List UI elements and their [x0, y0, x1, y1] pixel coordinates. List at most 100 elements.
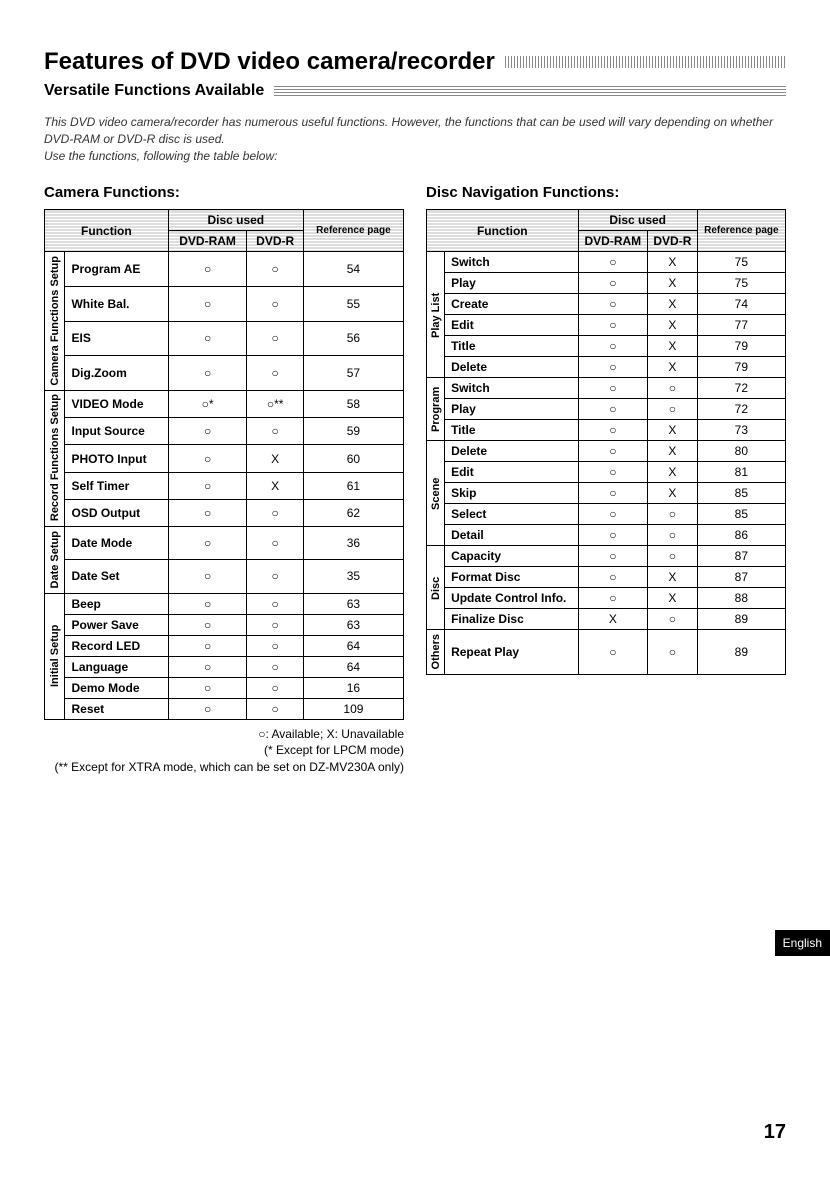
dvdr-cell: ○ [648, 630, 698, 674]
dvdr-cell: ○ [247, 499, 303, 526]
function-name: Program AE [65, 252, 168, 287]
right-column: Disc Navigation Functions: FunctionDisc … [426, 184, 786, 776]
dvdram-cell: ○ [168, 635, 247, 656]
page-cell: 57 [303, 356, 403, 391]
table-row: Play ListSwitch○X75 [427, 252, 786, 273]
function-name: Date Mode [65, 527, 168, 560]
group-label: Play List [427, 252, 445, 378]
table-row: Power Save○○63 [45, 614, 404, 635]
function-name: Self Timer [65, 472, 168, 499]
function-name: Record LED [65, 635, 168, 656]
page-cell: 79 [697, 357, 785, 378]
table-row: SceneDelete○X80 [427, 441, 786, 462]
page-cell: 75 [697, 273, 785, 294]
camera-table: FunctionDisc usedReference pageDVD-RAMDV… [44, 209, 404, 719]
page-cell: 72 [697, 399, 785, 420]
function-name: White Bal. [65, 287, 168, 322]
page-cell: 109 [303, 698, 403, 719]
dvdr-cell: ○ [247, 698, 303, 719]
table-row: Date SetupDate Mode○○36 [45, 527, 404, 560]
function-name: EIS [65, 321, 168, 356]
function-name: Detail [445, 525, 579, 546]
page-cell: 63 [303, 593, 403, 614]
dvdr-cell: X [648, 462, 698, 483]
camera-legend: ○: Available; X: Unavailable(* Except fo… [44, 726, 404, 776]
dvdram-cell: ○ [168, 560, 247, 593]
camera-heading: Camera Functions: [44, 184, 404, 201]
dvdr-cell: X [648, 273, 698, 294]
page-cell: 54 [303, 252, 403, 287]
dvdram-cell: X [578, 609, 647, 630]
page-cell: 87 [697, 546, 785, 567]
table-row: Record LED○○64 [45, 635, 404, 656]
group-label: Initial Setup [45, 593, 65, 719]
page-cell: 87 [697, 567, 785, 588]
function-name: Delete [445, 357, 579, 378]
dvdram-cell: ○ [168, 252, 247, 287]
header-function: Function [45, 210, 169, 252]
function-name: Capacity [445, 546, 579, 567]
table-row: Camera Functions SetupProgram AE○○54 [45, 252, 404, 287]
page-cell: 62 [303, 499, 403, 526]
page-title: Features of DVD video camera/recorder [44, 48, 495, 76]
main-columns: Camera Functions: FunctionDisc usedRefer… [44, 184, 786, 776]
nav-heading: Disc Navigation Functions: [426, 184, 786, 201]
page-cell: 79 [697, 336, 785, 357]
function-name: Play [445, 399, 579, 420]
table-row: Date Set○○35 [45, 560, 404, 593]
dvdram-cell: ○ [578, 504, 647, 525]
page-cell: 56 [303, 321, 403, 356]
table-row: Finalize DiscX○89 [427, 609, 786, 630]
group-label: Camera Functions Setup [45, 252, 65, 391]
page-cell: 86 [697, 525, 785, 546]
function-name: OSD Output [65, 499, 168, 526]
header-dvdr: DVD-R [247, 231, 303, 252]
dvdr-cell: ○ [247, 252, 303, 287]
dvdram-cell: ○ [578, 588, 647, 609]
function-name: Finalize Disc [445, 609, 579, 630]
header-ref-page: Reference page [697, 210, 785, 252]
table-row: Record Functions SetupVIDEO Mode○*○**58 [45, 390, 404, 417]
function-name: VIDEO Mode [65, 390, 168, 417]
function-name: Demo Mode [65, 677, 168, 698]
dvdr-cell: X [648, 567, 698, 588]
table-row: DiscCapacity○○87 [427, 546, 786, 567]
function-name: Skip [445, 483, 579, 504]
function-name: Power Save [65, 614, 168, 635]
dvdr-cell: ○ [247, 418, 303, 445]
dvdram-cell: ○ [578, 441, 647, 462]
table-row: PHOTO Input○X60 [45, 445, 404, 472]
dvdram-cell: ○ [168, 698, 247, 719]
page-cell: 16 [303, 677, 403, 698]
title-rule [505, 56, 786, 68]
dvdr-cell: ○ [247, 287, 303, 322]
dvdr-cell: ○ [648, 525, 698, 546]
dvdram-cell: ○ [168, 472, 247, 499]
page-cell: 80 [697, 441, 785, 462]
dvdram-cell: ○ [168, 287, 247, 322]
function-name: Delete [445, 441, 579, 462]
table-row: Select○○85 [427, 504, 786, 525]
dvdram-cell: ○ [578, 273, 647, 294]
dvdr-cell: ○ [648, 399, 698, 420]
intro-text: This DVD video camera/recorder has numer… [44, 114, 786, 164]
dvdr-cell: ○ [247, 635, 303, 656]
page-cell: 64 [303, 635, 403, 656]
language-tab: English [775, 930, 830, 956]
dvdr-cell: ○ [648, 378, 698, 399]
table-row: EIS○○56 [45, 321, 404, 356]
dvdram-cell: ○ [578, 525, 647, 546]
table-row: Detail○○86 [427, 525, 786, 546]
dvdr-cell: X [648, 252, 698, 273]
page-cell: 74 [697, 294, 785, 315]
table-row: Create○X74 [427, 294, 786, 315]
dvdr-cell: X [648, 441, 698, 462]
dvdram-cell: ○ [578, 315, 647, 336]
dvdr-cell: ○ [247, 527, 303, 560]
header-dvdram: DVD-RAM [168, 231, 247, 252]
dvdram-cell: ○ [168, 499, 247, 526]
function-name: Select [445, 504, 579, 525]
dvdram-cell: ○ [168, 418, 247, 445]
table-row: Title○X79 [427, 336, 786, 357]
table-row: OSD Output○○62 [45, 499, 404, 526]
